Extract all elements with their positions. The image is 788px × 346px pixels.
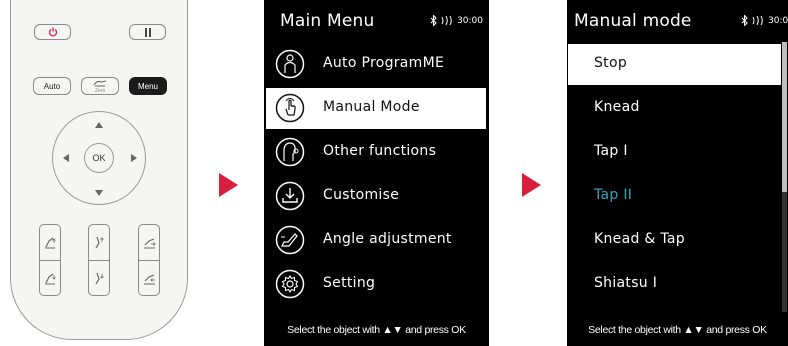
slide-forward-icon [144, 238, 156, 249]
down-arrow-icon[interactable] [95, 190, 103, 196]
mode-item-stop[interactable]: Stop [568, 44, 781, 85]
scrollbar-thumb[interactable] [782, 42, 787, 192]
bluetooth-icon [430, 15, 437, 26]
next-step-arrow-icon [219, 173, 238, 197]
screen-footer-hint: Select the object with ▲▼ and press OK [588, 324, 767, 336]
legrest-adjust-button[interactable] [88, 224, 110, 296]
menu-item-customise[interactable]: Customise [266, 176, 486, 217]
next-step-arrow-icon [522, 173, 541, 197]
mode-item-label: Knead & Tap [594, 231, 685, 247]
direction-pad: OK [52, 111, 146, 205]
ok-button[interactable]: OK [84, 143, 114, 173]
pause-button[interactable] [129, 24, 166, 40]
gear-icon [275, 269, 305, 299]
menu-item-label: Manual Mode [323, 99, 420, 115]
menu-item-setting[interactable]: Setting [266, 264, 486, 305]
mode-item-knead[interactable]: Knead [568, 88, 781, 129]
head-icon [275, 137, 305, 167]
legrest-down-icon [95, 272, 104, 285]
slide-back-icon [144, 274, 155, 285]
manual-mode-screen: Manual mode 30:00 Stop Knead Tap I Tap I… [567, 0, 788, 346]
status-bar: 30:00 [430, 15, 483, 26]
status-bar: 30:00 [741, 15, 788, 26]
zero-gravity-button[interactable]: Zero [81, 77, 119, 95]
screen-header: Manual mode 30:00 [567, 0, 788, 40]
screen-title: Manual mode [574, 11, 692, 31]
mode-item-label: Tap I [594, 143, 628, 159]
slide-adjust-button[interactable] [138, 224, 160, 296]
right-arrow-icon[interactable] [131, 154, 137, 162]
mode-item-tap-1[interactable]: Tap I [568, 132, 781, 173]
mode-item-label: Shiatsu I [594, 275, 658, 291]
main-menu-screen: Main Menu 30:00 Auto ProgramME Manual Mo… [264, 0, 489, 346]
recline-icon [275, 225, 305, 255]
mode-item-label: Tap II [594, 187, 633, 203]
menu-button[interactable]: Menu [129, 77, 167, 95]
mode-item-tap-2[interactable]: Tap II [568, 176, 781, 217]
signal-icon [752, 15, 763, 26]
bluetooth-icon [741, 15, 748, 26]
legrest-up-icon [95, 236, 104, 249]
hand-icon [275, 93, 305, 123]
menu-item-manual-mode[interactable]: Manual Mode [266, 88, 486, 129]
backrest-down-icon [45, 273, 56, 285]
person-icon [275, 49, 305, 79]
screen-header: Main Menu 30:00 [264, 0, 489, 40]
mode-item-knead-tap[interactable]: Knead & Tap [568, 220, 781, 261]
download-icon [275, 181, 305, 211]
remote-control: Auto Zero Menu OK [10, 0, 188, 340]
menu-item-label: Angle adjustment [323, 231, 452, 247]
button-divider [139, 260, 159, 261]
menu-item-label: Other functions [323, 143, 437, 159]
menu-item-other-functions[interactable]: Other functions [266, 132, 486, 173]
left-arrow-icon[interactable] [63, 154, 69, 162]
power-icon [48, 27, 57, 37]
backrest-up-icon [45, 237, 56, 249]
zero-label: Zero [94, 87, 106, 94]
menu-item-label: Setting [323, 275, 376, 291]
timer-text: 30:00 [457, 15, 483, 26]
timer-text: 30:00 [768, 15, 788, 26]
power-button[interactable] [34, 24, 71, 40]
mode-item-shiatsu-1[interactable]: Shiatsu I [568, 264, 781, 305]
mode-item-label: Knead [594, 99, 640, 115]
pause-icon [144, 27, 151, 37]
menu-item-angle-adjustment[interactable]: Angle adjustment [266, 220, 486, 261]
screen-footer-hint: Select the object with ▲▼ and press OK [287, 324, 466, 336]
screen-title: Main Menu [280, 11, 375, 31]
button-divider [89, 260, 109, 261]
mode-item-label: Stop [594, 55, 628, 71]
signal-icon [441, 15, 452, 26]
auto-button[interactable]: Auto [33, 77, 71, 95]
menu-item-label: Customise [323, 187, 400, 203]
up-arrow-icon[interactable] [95, 122, 103, 128]
button-divider [40, 260, 60, 261]
menu-item-label: Auto ProgramME [323, 55, 445, 71]
backrest-adjust-button[interactable] [39, 224, 61, 296]
recline-icon [93, 80, 107, 86]
menu-item-auto-programme[interactable]: Auto ProgramME [266, 44, 486, 85]
